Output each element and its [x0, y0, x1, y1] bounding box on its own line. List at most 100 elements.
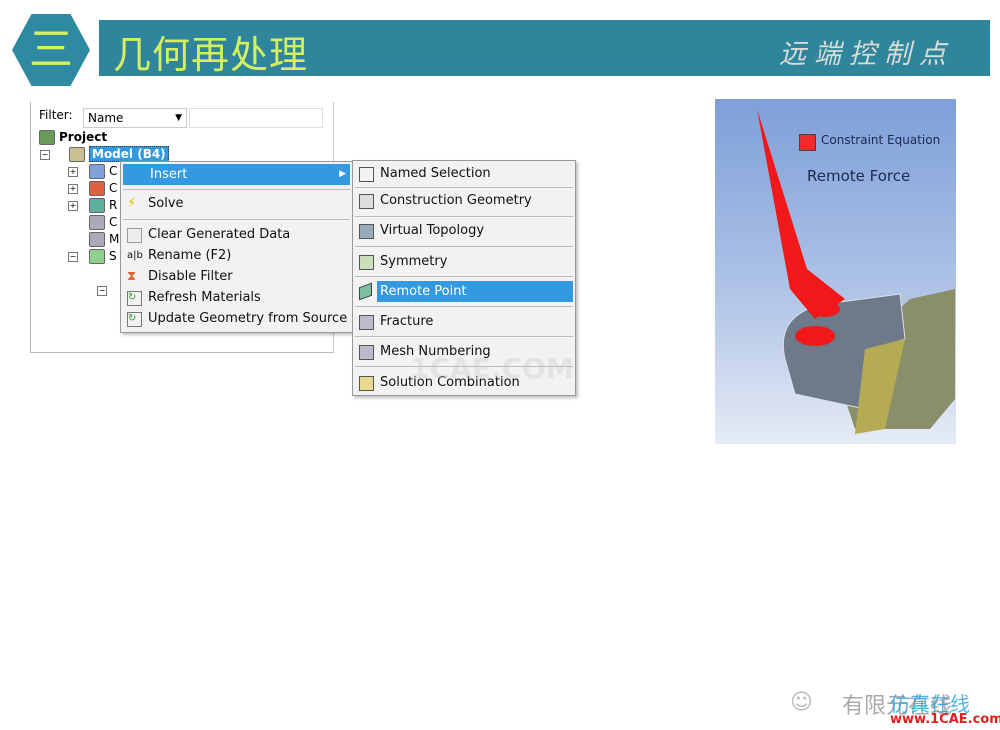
collapse-icon[interactable]: − — [97, 286, 107, 296]
constraint-region — [795, 326, 835, 346]
expand-icon[interactable]: + — [68, 167, 78, 177]
menu-label: Refresh Materials — [148, 290, 261, 305]
menu-label: Clear Generated Data — [148, 227, 291, 242]
tree-label: C — [109, 215, 118, 229]
menu-label: Disable Filter — [148, 269, 233, 284]
model-viewport: Constraint Equation Remote Force — [715, 99, 956, 444]
menu-label: Fracture — [380, 314, 434, 329]
dropdown-arrow-icon: ▼ — [175, 113, 182, 123]
menu-item-fracture[interactable]: Fracture — [353, 311, 575, 332]
wechat-icon: ☺ — [790, 690, 813, 715]
mesh-numbering-icon — [359, 345, 374, 360]
menu-label: Named Selection — [380, 166, 491, 181]
title-banner: 几何再处理 远端控制点 — [99, 20, 990, 77]
remote-point-icon — [359, 282, 372, 301]
page-title: 几何再处理 — [113, 33, 309, 77]
tree-label: R — [109, 198, 118, 212]
tree-label: C — [109, 164, 118, 178]
named-selection-icon — [359, 167, 374, 182]
lightning-icon: ⚡ — [127, 196, 137, 211]
mesh-icon — [89, 232, 105, 247]
analysis-icon — [89, 249, 105, 264]
symmetry-icon — [359, 255, 374, 270]
separator — [355, 306, 573, 307]
legend-label: Constraint Equation — [821, 133, 941, 147]
menu-item-refresh-materials[interactable]: ↻ Refresh Materials — [121, 287, 352, 308]
collapse-icon[interactable]: − — [68, 252, 78, 262]
refresh-icon: ↻ — [127, 312, 142, 327]
model-icon — [69, 147, 85, 162]
menu-item-disable-filter[interactable]: ⧗ Disable Filter — [121, 266, 352, 287]
rename-icon: a|b — [127, 250, 143, 261]
tree-item-model[interactable]: Model (B4) — [69, 146, 169, 162]
geometry-icon — [89, 164, 105, 179]
refresh-icon: ↻ — [127, 291, 142, 306]
tree-label: Model (B4) — [89, 146, 169, 162]
menu-label: Rename (F2) — [148, 248, 232, 263]
tree-label: Project — [59, 130, 108, 144]
filter-search-input[interactable] — [189, 108, 323, 128]
constraint-region — [810, 301, 840, 317]
legend-swatch — [799, 134, 816, 151]
separator — [355, 187, 573, 188]
menu-item-virtual-topology[interactable]: Virtual Topology — [353, 220, 575, 241]
menu-item-construction-geometry[interactable]: Construction Geometry — [353, 190, 575, 211]
tree-item[interactable]: C — [89, 180, 117, 196]
separator — [355, 216, 573, 217]
submenu-arrow-icon: ▶ — [339, 169, 346, 179]
separator — [355, 336, 573, 337]
separator — [355, 246, 573, 247]
menu-label: Solve — [148, 196, 184, 211]
watermark: 1CAE.COM — [410, 352, 574, 385]
project-icon — [39, 130, 55, 145]
eraser-icon — [127, 228, 142, 243]
tree-item[interactable]: S — [89, 248, 117, 264]
separator — [355, 276, 573, 277]
menu-label: Virtual Topology — [380, 223, 485, 238]
remote-point-icon — [89, 198, 105, 213]
tree-label: C — [109, 181, 118, 195]
menu-label: Construction Geometry — [380, 193, 532, 208]
menu-item-update-geometry[interactable]: ↻ Update Geometry from Source — [121, 308, 352, 329]
model-graphic — [757, 109, 955, 434]
menu-label: Remote Point — [380, 284, 467, 299]
filter-value: Name — [88, 111, 124, 125]
filter-label: Filter: — [39, 108, 73, 122]
menu-item-rename[interactable]: a|b Rename (F2) — [121, 245, 352, 266]
construction-geometry-icon — [359, 194, 374, 209]
context-menu: Insert ▶ ⚡ Solve Clear Generated Data a|b R… — [120, 161, 353, 333]
tree-label: M — [109, 232, 120, 246]
menu-label: Update Geometry from Source — [148, 311, 348, 326]
tree-item[interactable]: C — [89, 214, 117, 230]
connections-icon — [89, 215, 105, 230]
menu-item-named-selection[interactable]: Named Selection — [353, 163, 575, 184]
virtual-topology-icon — [359, 224, 374, 239]
collapse-icon[interactable]: − — [40, 150, 50, 160]
coordinate-system-icon — [89, 181, 105, 196]
solution-combination-icon — [359, 376, 374, 391]
tree-label: S — [109, 249, 117, 263]
expand-icon[interactable]: + — [68, 184, 78, 194]
expand-icon[interactable]: + — [68, 201, 78, 211]
separator — [123, 219, 350, 220]
tree-item[interactable]: R — [89, 197, 117, 213]
filter-icon: ⧗ — [127, 269, 137, 284]
site-logo: ☺ 有限元在线 仿真在线 www.1CAE.com — [790, 688, 1000, 728]
tree-item-project[interactable]: Project — [39, 129, 107, 145]
separator — [123, 189, 350, 190]
menu-item-clear-generated-data[interactable]: Clear Generated Data — [121, 224, 352, 245]
menu-label: Symmetry — [380, 254, 448, 269]
menu-label: Insert — [150, 167, 188, 182]
page-subtitle: 远端控制点 — [779, 39, 954, 70]
menu-item-insert[interactable]: Insert ▶ — [123, 164, 350, 185]
tree-item[interactable]: C — [89, 163, 117, 179]
menu-item-remote-point[interactable]: Remote Point — [377, 281, 573, 302]
menu-item-solve[interactable]: ⚡ Solve — [121, 193, 352, 214]
tree-item[interactable]: M — [89, 231, 119, 247]
section-number-badge: 三 — [12, 14, 90, 86]
fracture-icon — [359, 315, 374, 330]
remote-force-label: Remote Force — [807, 167, 911, 185]
logo-url: www.1CAE.com — [890, 712, 1000, 727]
filter-select[interactable]: Name ▼ — [83, 108, 187, 128]
menu-item-symmetry[interactable]: Symmetry — [353, 251, 575, 272]
